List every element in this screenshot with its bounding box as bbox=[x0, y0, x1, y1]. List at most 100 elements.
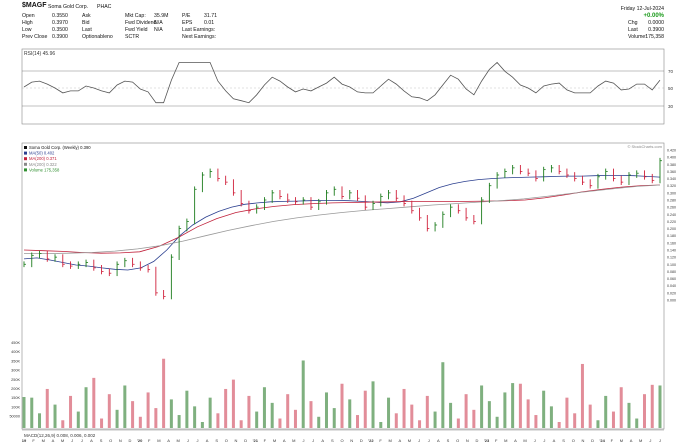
x-tick-label: J bbox=[659, 438, 661, 443]
stat-high-value: 0.3970 bbox=[52, 20, 68, 26]
y-tick-label: 0.060 bbox=[667, 277, 676, 281]
x-tick-label: M bbox=[504, 438, 507, 443]
stat-prevclose-value: 0.3900 bbox=[52, 34, 68, 40]
volume-bar bbox=[216, 413, 220, 428]
volume-bar bbox=[301, 360, 305, 428]
y-tick-label: 0.420 bbox=[667, 149, 676, 153]
volume-bar bbox=[549, 406, 553, 428]
x-tick-label: N bbox=[235, 438, 238, 443]
x-tick-label: A bbox=[283, 438, 286, 443]
x-tick-label: A bbox=[514, 438, 517, 443]
x-tick-label: '21 bbox=[253, 438, 259, 443]
x-tick-label: D bbox=[591, 438, 594, 443]
stat-pe-value: 31.71 bbox=[204, 13, 217, 19]
chart-canvas: RSI(14) 45.96 70 50 30 0.420 0.400 0.380 0.… bbox=[0, 0, 690, 445]
volume-bar bbox=[138, 416, 142, 428]
x-tick-label: S bbox=[331, 438, 334, 443]
volume-bar bbox=[580, 363, 584, 428]
volume-bar bbox=[518, 383, 522, 428]
stat-last-label: Last bbox=[82, 27, 92, 33]
volume-bar bbox=[332, 408, 336, 428]
volume-bar bbox=[348, 399, 352, 428]
legend-label: Volume 175,358 bbox=[29, 167, 60, 172]
volume-bar bbox=[503, 392, 507, 428]
x-tick-label: M bbox=[389, 438, 392, 443]
y-tick-label: 0.280 bbox=[667, 199, 676, 203]
volume-bar bbox=[45, 388, 49, 428]
volume-bar bbox=[588, 404, 592, 428]
legend-swatch bbox=[24, 168, 27, 172]
quote-date: Friday 12-Jul-2024 bbox=[620, 6, 664, 12]
volume-bar bbox=[379, 422, 383, 428]
volume-bar bbox=[193, 406, 197, 428]
volume-bar bbox=[100, 418, 104, 428]
x-tick-label: J bbox=[418, 438, 420, 443]
volume-bar bbox=[340, 383, 344, 428]
x-tick-label: S bbox=[215, 438, 218, 443]
volume-bar bbox=[635, 418, 639, 428]
y-tick-label: 0.180 bbox=[667, 234, 676, 238]
y-tick-label: 0.000 bbox=[667, 299, 676, 303]
volume-bar bbox=[611, 411, 615, 428]
rsi-tick-30: 30 bbox=[668, 104, 674, 109]
volume-bar bbox=[495, 416, 499, 428]
y-tick-label: 0.340 bbox=[667, 177, 676, 181]
volume-bar bbox=[627, 402, 631, 428]
x-tick-label: J bbox=[81, 438, 83, 443]
volume-bar bbox=[534, 415, 538, 428]
volume-bar bbox=[61, 420, 65, 428]
volume-bar bbox=[231, 379, 235, 428]
volume-bar bbox=[402, 388, 406, 428]
x-tick-label: M bbox=[177, 438, 180, 443]
volume-bar bbox=[200, 422, 204, 428]
legend-swatch bbox=[24, 157, 27, 161]
x-tick-label: S bbox=[447, 438, 450, 443]
volume-bar bbox=[115, 409, 119, 428]
volume-bar bbox=[356, 415, 360, 428]
volume-tick-label: 450K bbox=[11, 341, 20, 345]
volume-tick-label: 350K bbox=[11, 359, 20, 363]
y-tick-label: 0.240 bbox=[667, 213, 676, 217]
volume-bar bbox=[542, 390, 546, 428]
y-tick-label: 0.120 bbox=[667, 256, 676, 260]
volume-bar bbox=[511, 383, 515, 428]
stat-fwddiv-label: Fwd Dividend bbox=[125, 20, 157, 26]
x-tick-label: J bbox=[196, 438, 198, 443]
volume-bar bbox=[92, 377, 96, 428]
stat-mktcap-value: 35.9M bbox=[154, 13, 169, 19]
quote-change-pct: +0.00% bbox=[643, 13, 664, 19]
x-tick-label: M bbox=[273, 438, 276, 443]
volume-bar bbox=[394, 413, 398, 428]
volume-bar bbox=[255, 411, 259, 428]
x-tick-label: J bbox=[649, 438, 651, 443]
x-tick-label: O bbox=[572, 438, 575, 443]
volume-bar bbox=[247, 395, 251, 428]
volume-bar bbox=[410, 404, 414, 428]
volume-bar bbox=[557, 422, 561, 428]
stat-lastearn-label: Last Earnings: bbox=[182, 27, 216, 33]
y-tick-label: 0.200 bbox=[667, 227, 676, 231]
x-tick-label: M bbox=[639, 438, 642, 443]
x-tick-label: A bbox=[630, 438, 633, 443]
stat-mktcap-label: Mkt Cap: bbox=[125, 13, 146, 19]
volume-bar bbox=[464, 394, 468, 428]
x-tick-label: 19 bbox=[22, 438, 27, 443]
x-tick-label: J bbox=[71, 438, 73, 443]
y-tick-label: 0.080 bbox=[667, 270, 676, 274]
volume-bar bbox=[239, 420, 243, 428]
x-tick-label: M bbox=[523, 438, 526, 443]
stat-optionable-value: no bbox=[107, 34, 113, 40]
x-tick-label: D bbox=[475, 438, 478, 443]
volume-bar bbox=[162, 358, 166, 428]
watermark: © StockCharts.com bbox=[627, 144, 662, 149]
volume-y-axis: 450K 400K 350K 300K 250K 200K 150K 100K 50000 bbox=[9, 341, 20, 419]
volume-bar bbox=[76, 411, 80, 428]
x-tick-label: '20 bbox=[137, 438, 143, 443]
volume-bar bbox=[596, 420, 600, 428]
legend-swatch bbox=[24, 151, 27, 155]
volume-bar bbox=[317, 416, 321, 428]
stat-ask-label: Ask bbox=[82, 13, 91, 19]
x-tick-label: A bbox=[52, 438, 55, 443]
volume-tick-label: 300K bbox=[11, 369, 20, 373]
volume-bar bbox=[526, 399, 530, 428]
